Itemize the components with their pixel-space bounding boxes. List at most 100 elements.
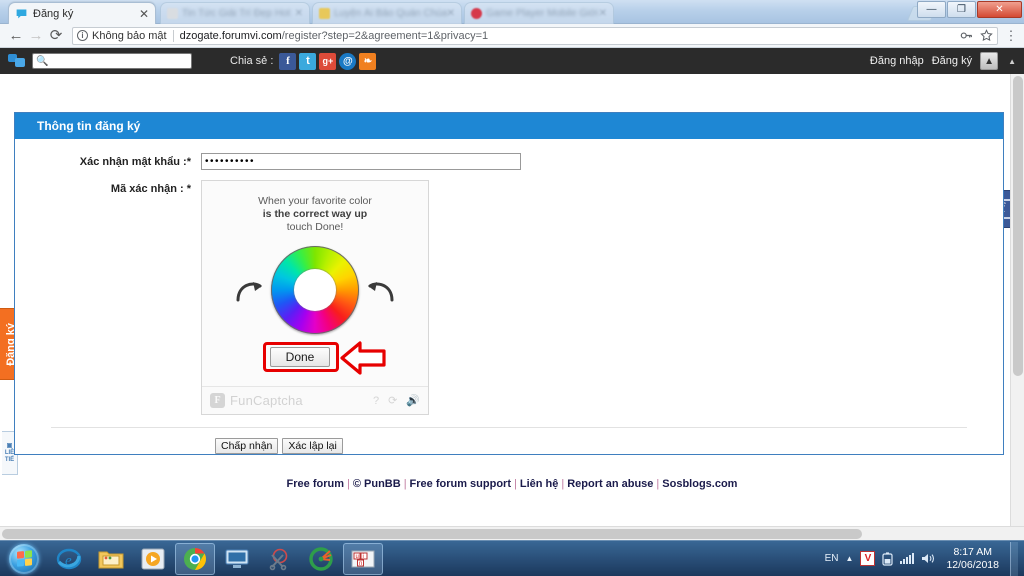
side-mini-icon: ▣ [6,442,13,449]
maximize-button[interactable]: ❐ [947,1,976,18]
taskbar-clock[interactable]: 8:17 AM 12/06/2018 [942,546,999,572]
ccleaner-icon [309,546,333,571]
scrollbar-thumb[interactable] [1013,76,1023,376]
footer-link-punbb[interactable]: © PunBB [353,478,401,490]
address-bar[interactable]: i Không bảo mật dzogate.forumvi.com/regi… [72,26,998,45]
taskbar-item-remote-desktop[interactable] [217,543,257,575]
footer-link-support[interactable]: Free forum support [410,478,511,490]
tab-close-icon[interactable]: ✕ [295,8,303,19]
search-input[interactable]: 🔍 [32,53,192,69]
rotate-left-arrow-icon[interactable] [363,273,397,307]
question-mark-icon[interactable]: ? [373,395,379,407]
captcha-footer: F FunCaptcha ? ⟳ 🔊 [202,386,428,414]
rotate-right-arrow-icon[interactable] [233,273,267,307]
close-window-button[interactable]: ✕ [977,1,1022,18]
search-icon: 🔍 [36,55,49,67]
tab-close-icon[interactable]: ✕ [139,8,149,20]
taskbar-item-google-chrome[interactable] [175,542,215,575]
google-chrome-icon [184,547,206,570]
battery-icon[interactable] [882,551,894,566]
security-label: Không bảo mật [92,29,167,42]
windows-taskbar: e u i n EN ▲ V 8:17 AM 12/06/2018 [0,540,1024,576]
captcha-body: When your favorite color is the correct … [202,181,428,386]
browser-tab-title: Tin Tức Giải Trí Đẹp Hot [182,8,291,19]
star-icon[interactable] [980,29,993,42]
reset-button[interactable]: Xác lập lại [282,438,343,454]
captcha-instruction: When your favorite color is the correct … [210,195,420,234]
remote-desktop-icon [225,549,249,568]
footer-link-contact[interactable]: Liên hệ [520,478,559,490]
taskbar-item-ccleaner[interactable] [301,543,341,575]
footer-separator: | [561,478,565,490]
omnibox-divider [172,29,174,42]
browser-tab-inactive-2[interactable]: Luyện Ái Bảo Quán Chúa ✕ [312,2,462,24]
login-link[interactable]: Đăng nhập [870,55,924,67]
minimize-button[interactable]: — [917,1,946,18]
browser-tab-inactive-1[interactable]: Tin Tức Giải Trí Đẹp Hot ✕ [160,2,310,24]
key-icon[interactable] [960,30,973,41]
funcaptcha-brand: FunCaptcha [230,393,303,408]
browser-toolbar: ← → ⟳ i Không bảo mật dzogate.forumvi.co… [0,24,1024,48]
color-wheel-center [294,269,336,311]
panel-title: Thông tin đăng ký [15,113,1003,139]
kebab-menu-icon[interactable]: ⋮ [1004,28,1018,44]
rss-share-icon[interactable]: ❧ [359,52,377,70]
twitter-share-icon[interactable]: t [299,52,317,70]
forward-button[interactable]: → [26,28,46,43]
signal-bars-icon[interactable] [900,553,915,564]
tab-favicon [471,8,482,19]
tray-language[interactable]: EN [825,553,839,564]
browser-tab-active[interactable]: Đăng ký ✕ [8,2,156,24]
speaker-icon[interactable] [921,552,935,565]
register-link[interactable]: Đăng ký [932,55,972,67]
footer-link-report-abuse[interactable]: Report an abuse [567,478,653,490]
info-circle-icon: i [77,30,88,41]
back-button[interactable]: ← [6,28,26,43]
scroll-to-top-button[interactable]: ▲ [980,52,999,70]
confirm-password-input[interactable]: •••••••••• [201,153,521,170]
taskbar-item-internet-explorer[interactable]: e [49,543,89,575]
show-desktop-button[interactable] [1010,541,1018,576]
browser-tab-inactive-3[interactable]: Game Player Mobile Giới ✕ [464,2,614,24]
facebook-share-icon[interactable]: f [279,52,297,70]
taskbar-item-windows-explorer[interactable] [91,543,131,575]
color-wheel[interactable] [271,246,359,334]
footer-separator: | [514,478,517,490]
security-status[interactable]: i Không bảo mật [77,30,167,42]
googleplus-share-icon[interactable]: g+ [319,52,337,70]
footer-link-sosblogs[interactable]: Sosblogs.com [662,478,737,490]
svg-text:i: i [363,554,364,560]
taskbar-item-media-player[interactable] [133,543,173,575]
refresh-icon[interactable]: ⟳ [388,394,397,407]
address-bar-url: dzogate.forumvi.com/register?step=2&agre… [180,30,488,42]
funcaptcha-widget[interactable]: When your favorite color is the correct … [201,180,429,415]
side-mini-label2: TIẾ [4,456,15,463]
email-share-icon[interactable]: @ [339,52,357,70]
media-player-icon [141,548,165,569]
toolbar-scroll-up-icon[interactable]: ▲ [1008,57,1016,66]
speaker-icon[interactable]: 🔊 [406,394,420,407]
tab-close-icon[interactable]: ✕ [599,8,607,19]
clock-date: 12/06/2018 [946,558,999,571]
panel-body: Xác nhận mật khẩu :* •••••••••• Mã xác n… [15,139,1003,454]
browser-tab-title: Đăng ký [33,7,74,20]
page-horizontal-scrollbar[interactable] [0,526,1024,540]
chevron-up-icon[interactable]: ▲ [846,554,854,563]
hscrollbar-thumb[interactable] [2,529,862,539]
accept-button[interactable]: Chấp nhận [215,438,279,454]
antivirus-icon[interactable]: V [860,551,876,566]
taskbar-item-unikey[interactable]: u i n [343,542,383,575]
captcha-puzzle [210,246,420,334]
chat-bubble-icon [16,9,27,19]
tab-favicon [167,8,178,19]
tab-close-icon[interactable]: ✕ [447,8,455,19]
browser-tab-title: Luyện Ái Bảo Quán Chúa [334,8,447,19]
snipping-tool-icon [269,548,288,570]
reload-button[interactable]: ⟳ [46,28,66,43]
start-button[interactable] [0,542,48,576]
footer-link-free-forum[interactable]: Free forum [287,478,344,490]
taskbar-item-snipping-tool[interactable] [259,543,299,575]
page-vertical-scrollbar[interactable]: ▲ ▼ [1010,74,1024,540]
forumotion-logo-icon[interactable] [8,54,26,68]
captcha-label: Mã xác nhận : * [110,183,191,195]
